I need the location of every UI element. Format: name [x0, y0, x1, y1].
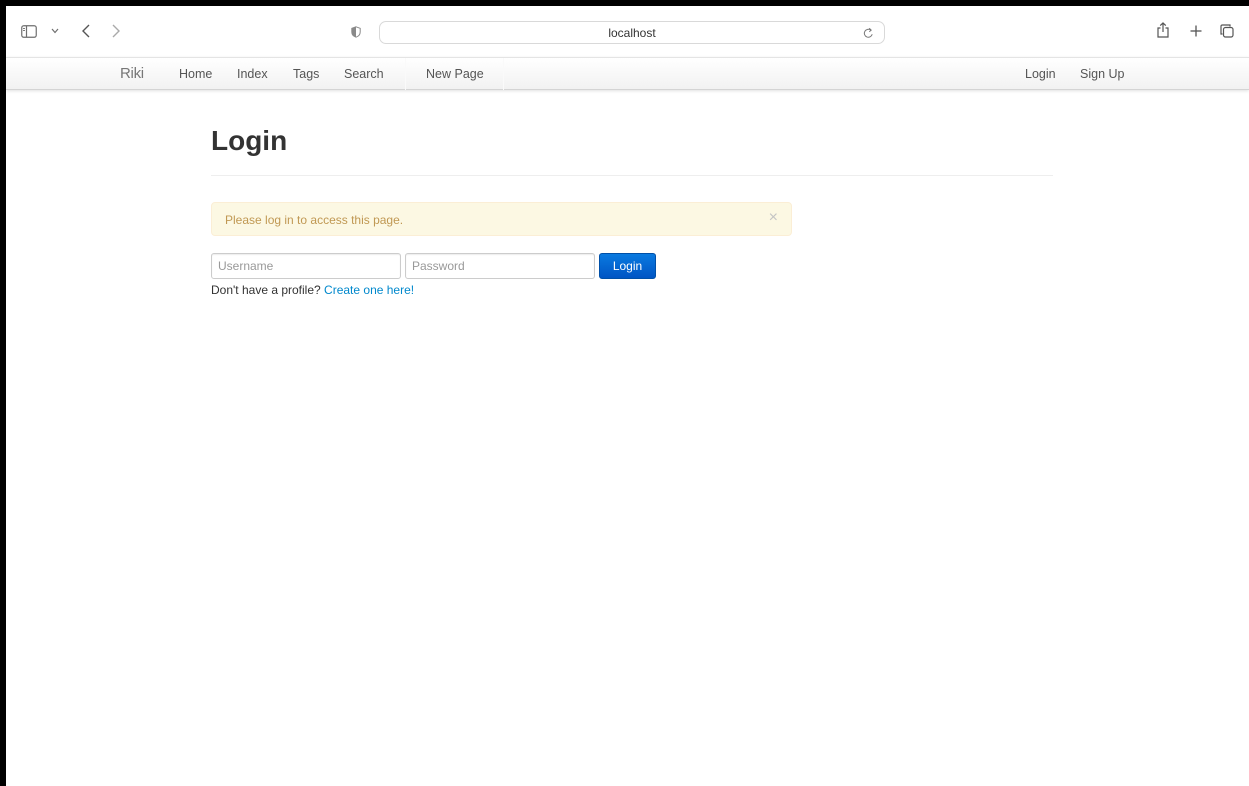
browser-toolbar: localhost: [6, 6, 1249, 57]
nav-home[interactable]: Home: [179, 67, 212, 81]
nav-new-page[interactable]: New Page: [426, 67, 484, 81]
address-text: localhost: [608, 26, 656, 40]
brand-logo[interactable]: Riki: [120, 65, 144, 82]
close-icon[interactable]: ×: [769, 210, 778, 226]
create-profile-link[interactable]: Create one here!: [324, 283, 414, 297]
nav-search[interactable]: Search: [344, 67, 384, 81]
tabs-overview-icon[interactable]: [1219, 23, 1234, 38]
share-icon[interactable]: [1156, 21, 1170, 39]
nav-index[interactable]: Index: [237, 67, 268, 81]
warning-alert: Please log in to access this page. ×: [211, 202, 792, 236]
alert-message: Please log in to access this page.: [225, 213, 404, 227]
chevron-down-icon[interactable]: [50, 26, 60, 36]
nav-divider: [503, 58, 504, 90]
address-bar[interactable]: localhost: [379, 21, 885, 44]
signup-prompt-line: Don't have a profile? Create one here!: [211, 283, 414, 297]
nav-divider: [405, 58, 406, 90]
nav-login[interactable]: Login: [1025, 67, 1056, 81]
reload-icon[interactable]: [862, 26, 874, 39]
site-navbar: Riki Home Index Tags Search New Page Log…: [6, 57, 1249, 90]
sidebar-icon[interactable]: [20, 23, 38, 39]
chevron-left-icon[interactable]: [80, 23, 92, 39]
title-divider: [211, 175, 1053, 176]
nav-signup[interactable]: Sign Up: [1080, 67, 1124, 81]
plus-icon[interactable]: [1189, 24, 1203, 38]
shield-icon[interactable]: [350, 25, 362, 39]
browser-window: localhost Riki Home Index Tags Search Ne…: [6, 6, 1249, 786]
signup-prompt: Don't have a profile?: [211, 283, 321, 297]
page-title: Login: [211, 125, 288, 156]
chevron-right-icon[interactable]: [110, 23, 122, 39]
password-input[interactable]: [405, 253, 595, 279]
login-button[interactable]: Login: [599, 253, 656, 279]
username-input[interactable]: [211, 253, 401, 279]
nav-tags[interactable]: Tags: [293, 67, 319, 81]
